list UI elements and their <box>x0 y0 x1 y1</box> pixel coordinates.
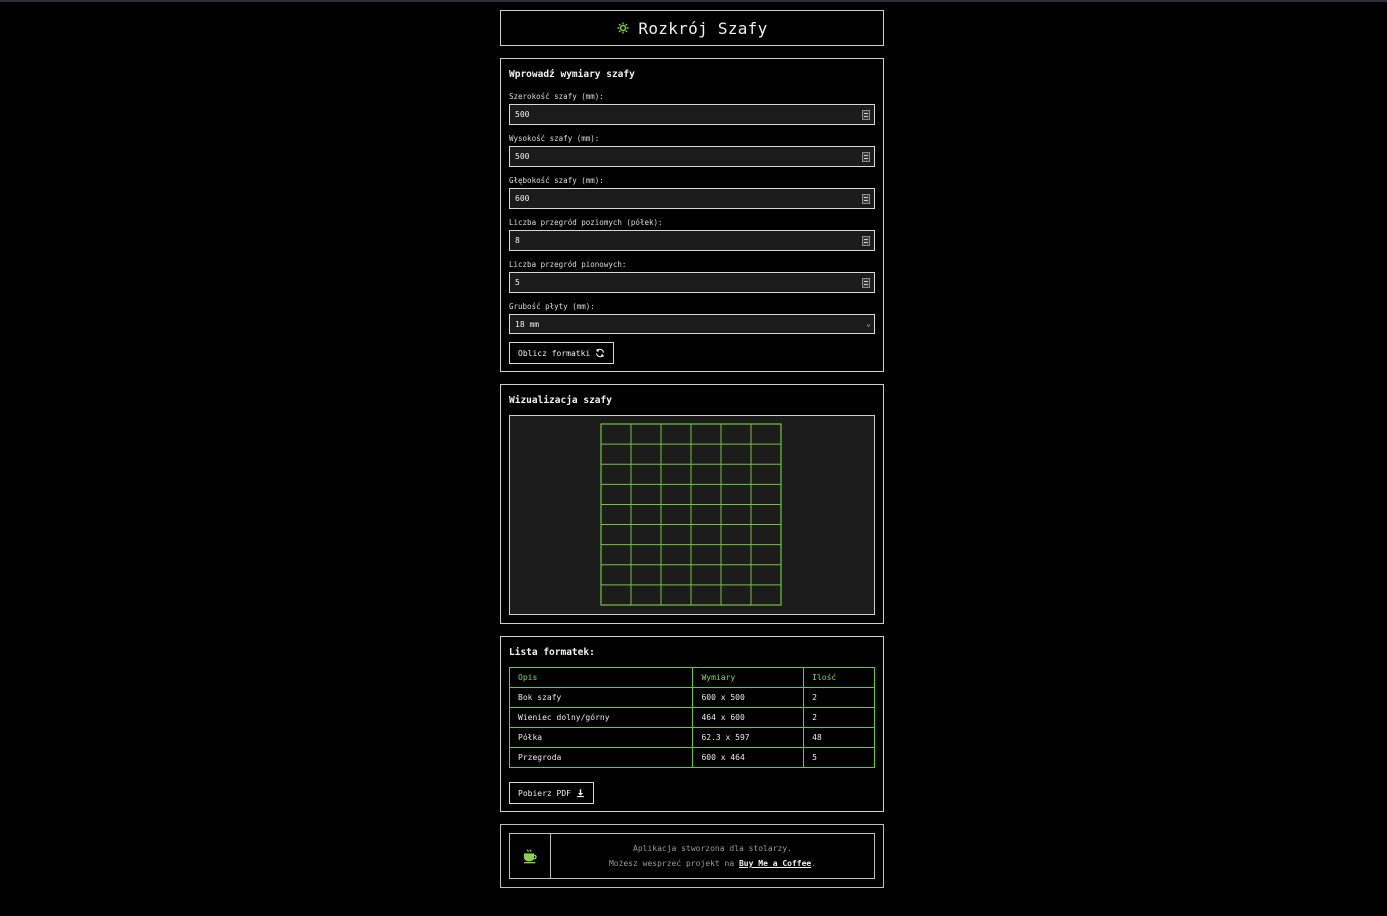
download-pdf-label: Pobierz PDF <box>518 788 571 798</box>
thickness-select[interactable]: 18 mm ⌄ <box>509 314 875 334</box>
height-spinner[interactable] <box>862 152 870 162</box>
chevron-down-icon: ⌄ <box>866 319 871 328</box>
window-top-border <box>0 0 1387 2</box>
depth-value: 600 <box>515 194 530 203</box>
refresh-icon <box>596 348 605 358</box>
thickness-label: Grubość płyty (mm): <box>509 302 595 311</box>
cell-dimensions: 600 x 464 <box>692 747 805 768</box>
app-title: Rozkrój Szafy <box>638 18 768 38</box>
cell-dimensions: 600 x 500 <box>692 687 805 708</box>
cell-description: Bok szafy <box>508 687 694 708</box>
table-row: Półka 62.3 x 597 48 <box>508 727 875 748</box>
width-value: 500 <box>515 110 530 119</box>
download-pdf-button[interactable]: Pobierz PDF <box>509 782 594 804</box>
dividers-input[interactable]: 5 <box>509 272 875 293</box>
thickness-value: 18 mm <box>515 319 540 329</box>
dividers-value: 5 <box>515 278 520 287</box>
cell-description: Przegroda <box>508 747 694 768</box>
shelves-input[interactable]: 8 <box>509 230 875 251</box>
calculate-button[interactable]: Oblicz formatki <box>509 342 615 364</box>
depth-label: Głębokość szafy (mm): <box>509 176 604 185</box>
footer-line-1: Aplikacja stworzona dla stolarzy. <box>633 844 792 853</box>
dimensions-form: Wprowadź wymiary szafy Szerokość szafy (… <box>500 58 884 372</box>
footer-line-2-suffix: . <box>811 859 817 868</box>
column-header-description: Opis <box>508 667 694 688</box>
footer-line-2-prefix: Możesz wesprzeć projekt na <box>608 859 739 868</box>
visualization-canvas <box>509 415 875 615</box>
parts-list-panel: Lista formatek: Opis Wymiary Ilość Bok s… <box>500 636 884 812</box>
table-row: Wieniec dolny/górny 464 x 600 2 <box>508 707 875 728</box>
visualization-title: Wizualizacja szafy <box>509 395 612 406</box>
shelves-label: Liczba przegród poziomych (półek): <box>509 218 663 227</box>
table-header-row: Opis Wymiary Ilość <box>508 667 875 688</box>
footer-line-2: Możesz wesprzeć projekt na Buy Me a Coff… <box>609 859 816 868</box>
wardrobe-drawing <box>600 423 782 606</box>
visualization-panel: Wizualizacja szafy <box>500 384 884 624</box>
cell-description: Półka <box>508 727 694 748</box>
footer-card: Aplikacja stworzona dla stolarzy. Możesz… <box>509 833 875 879</box>
cell-quantity: 48 <box>803 727 875 748</box>
coffee-cup-icon <box>524 849 537 864</box>
footer-icon-cell <box>510 834 551 878</box>
parts-table: Opis Wymiary Ilość Bok szafy 600 x 500 2… <box>508 667 875 768</box>
cell-quantity: 5 <box>803 747 875 768</box>
height-label: Wysokość szafy (mm): <box>509 134 600 143</box>
cell-quantity: 2 <box>803 707 875 728</box>
cell-dimensions: 464 x 600 <box>692 707 805 728</box>
gear-icon <box>617 22 629 34</box>
width-label: Szerokość szafy (mm): <box>509 92 604 101</box>
depth-input[interactable]: 600 <box>509 188 875 209</box>
height-input[interactable]: 500 <box>509 146 875 167</box>
table-row: Przegroda 600 x 464 5 <box>508 747 875 768</box>
calculate-button-label: Oblicz formatki <box>518 348 591 358</box>
table-row: Bok szafy 600 x 500 2 <box>508 687 875 708</box>
dividers-spinner[interactable] <box>862 278 870 288</box>
depth-spinner[interactable] <box>862 194 870 204</box>
dividers-label: Liczba przegród pionowych: <box>509 260 627 269</box>
parts-list-title: Lista formatek: <box>509 647 595 658</box>
column-header-quantity: Ilość <box>803 667 875 688</box>
width-spinner[interactable] <box>862 110 870 120</box>
app-header: Rozkrój Szafy <box>500 10 884 46</box>
buy-me-a-coffee-link[interactable]: Buy Me a Coffee <box>739 859 811 868</box>
footer: Aplikacja stworzona dla stolarzy. Możesz… <box>500 824 884 888</box>
footer-text: Aplikacja stworzona dla stolarzy. Możesz… <box>551 834 874 878</box>
height-value: 500 <box>515 152 530 161</box>
download-icon <box>577 789 584 798</box>
form-title: Wprowadź wymiary szafy <box>509 69 635 80</box>
cell-description: Wieniec dolny/górny <box>508 707 694 728</box>
cell-dimensions: 62.3 x 597 <box>692 727 805 748</box>
shelves-value: 8 <box>515 236 520 245</box>
cell-quantity: 2 <box>803 687 875 708</box>
shelves-spinner[interactable] <box>862 236 870 246</box>
width-input[interactable]: 500 <box>509 104 875 125</box>
column-header-dimensions: Wymiary <box>692 667 805 688</box>
